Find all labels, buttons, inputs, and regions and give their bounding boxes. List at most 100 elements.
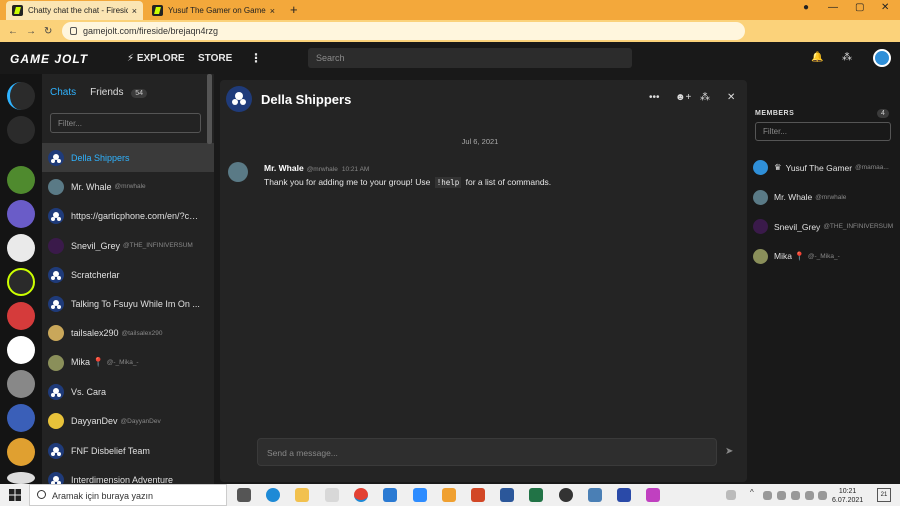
group-icon: [48, 149, 64, 166]
browser-tab-yusuf[interactable]: Yusuf The Gamer on Game Jolt: ×: [146, 1, 281, 20]
send-icon[interactable]: ➤: [725, 446, 733, 457]
tab-friends[interactable]: Friends 54: [90, 87, 148, 98]
message-author[interactable]: Mr. Whale: [264, 163, 304, 173]
camera-icon[interactable]: [588, 488, 602, 502]
reload-icon[interactable]: ↻: [44, 26, 52, 37]
user-avatar: [753, 189, 768, 205]
chat-list: Della Shippers Mr. Whale @mrwhale https:…: [42, 143, 214, 484]
word-icon[interactable]: [500, 488, 514, 502]
close-tab-icon[interactable]: ×: [270, 6, 275, 16]
app-icon[interactable]: [559, 488, 573, 502]
tab-chats[interactable]: Chats: [50, 87, 76, 98]
members-icon[interactable]: ⁂: [700, 92, 710, 103]
chat-item[interactable]: Mika 📍 @-_Mika_-: [42, 348, 214, 377]
close-window-button[interactable]: ✕: [881, 2, 889, 13]
tab-title: Chatty chat the chat - Fireside - G: [28, 6, 128, 15]
battery-icon[interactable]: [777, 491, 786, 500]
chat-item[interactable]: FNF Disbelief Team: [42, 436, 214, 465]
store-link[interactable]: STORE: [198, 53, 232, 64]
community-avatar[interactable]: [7, 302, 35, 330]
excel-icon[interactable]: [529, 488, 543, 502]
message-text: Thank you for adding me to your group! U…: [264, 177, 552, 188]
community-avatar[interactable]: [7, 438, 35, 466]
volume-icon[interactable]: [805, 491, 814, 500]
room-options-icon[interactable]: •••: [649, 92, 660, 103]
wifi-icon[interactable]: [791, 491, 800, 500]
explore-link[interactable]: ⚡ EXPLORE: [127, 53, 185, 64]
maximize-button[interactable]: ▢: [855, 2, 864, 13]
chevron-up-icon[interactable]: ^: [750, 488, 764, 502]
community-avatar[interactable]: [7, 234, 35, 262]
chat-item[interactable]: https://garticphone.com/en/?c=...: [42, 202, 214, 231]
language-icon[interactable]: [818, 491, 827, 500]
community-avatar[interactable]: [7, 370, 35, 398]
chat-filter-input[interactable]: Filter...: [50, 113, 201, 133]
gamejolt-logo[interactable]: GAME JOLT: [10, 52, 88, 66]
message-input[interactable]: Send a message...: [257, 438, 717, 466]
chat-rail-icon[interactable]: [7, 82, 35, 110]
more-menu-icon[interactable]: ⋮: [250, 51, 262, 65]
zoom-icon[interactable]: [413, 488, 427, 502]
search-input[interactable]: Search: [308, 48, 632, 68]
heart-app-icon[interactable]: [646, 488, 660, 502]
community-avatar[interactable]: [7, 268, 35, 296]
taskbar-clock[interactable]: 10:21 6.07.2021: [832, 487, 863, 505]
notification-center-icon[interactable]: 21: [877, 488, 891, 502]
member-item[interactable]: Mika 📍 @-_Mika_-: [753, 242, 900, 272]
forward-icon[interactable]: →: [26, 26, 36, 37]
member-item[interactable]: Snevil_Grey @THE_INFINIVERSUM: [753, 212, 900, 242]
address-bar[interactable]: gamejolt.com/fireside/brejaqn4rzg: [62, 22, 745, 40]
close-icon[interactable]: ✕: [727, 92, 735, 103]
chats-panel: Chats Friends 54 Filter... Della Shipper…: [42, 74, 214, 484]
chat-item[interactable]: Interdimension Adventure: [42, 465, 214, 484]
community-avatar[interactable]: [7, 404, 35, 432]
photos-icon[interactable]: [383, 488, 397, 502]
bell-icon[interactable]: 🔔: [811, 52, 823, 63]
user-avatar[interactable]: [873, 49, 891, 67]
chrome-icon[interactable]: [354, 488, 368, 502]
member-item[interactable]: ♛ Yusuf The Gamer @mamaa...: [753, 153, 900, 183]
chat-item[interactable]: Snevil_Grey @THE_INFINIVERSUM: [42, 231, 214, 260]
chat-item[interactable]: DayyanDev @DayyanDev: [42, 407, 214, 436]
back-icon[interactable]: ←: [8, 26, 18, 37]
user-avatar[interactable]: [228, 162, 248, 182]
file-explorer-icon[interactable]: [295, 488, 309, 502]
library-icon[interactable]: [7, 116, 35, 144]
user-avatar: [48, 325, 64, 342]
browser-tab-fireside[interactable]: Chatty chat the chat - Fireside - G ×: [6, 1, 143, 20]
new-tab-button[interactable]: +: [290, 2, 298, 17]
chat-item[interactable]: Della Shippers: [42, 143, 214, 173]
record-icon[interactable]: ●: [803, 2, 809, 13]
app-icon[interactable]: [442, 488, 456, 502]
chat-list-scrollbar[interactable]: [207, 74, 212, 144]
taskbar-search[interactable]: Aramak için buraya yazın: [29, 484, 227, 506]
user-avatar: [753, 219, 768, 235]
member-item[interactable]: Mr. Whale @mrwhale: [753, 183, 900, 213]
network-icon[interactable]: [763, 491, 772, 500]
task-view-icon[interactable]: [237, 488, 251, 502]
chat-users-icon[interactable]: ⁂: [842, 52, 852, 63]
close-tab-icon[interactable]: ×: [132, 6, 137, 16]
heart-app-icon[interactable]: [617, 488, 631, 502]
chat-item[interactable]: Talking To Fsuyu While Im On ...: [42, 289, 214, 318]
powerpoint-icon[interactable]: [471, 488, 485, 502]
community-avatar[interactable]: [7, 166, 35, 194]
chat-item[interactable]: Vs. Cara: [42, 377, 214, 406]
edge-icon[interactable]: [266, 488, 280, 502]
windows-start-icon[interactable]: [9, 489, 21, 501]
tray-icon[interactable]: [726, 490, 736, 500]
user-avatar: [48, 178, 64, 195]
add-member-icon[interactable]: ☻+: [675, 92, 691, 103]
community-avatar[interactable]: [7, 200, 35, 228]
message-text-after: for a list of commands.: [465, 177, 552, 187]
chat-item[interactable]: tailsalex290 @tailsalex290: [42, 319, 214, 348]
browser-tab-bar: Chatty chat the chat - Fireside - G × Yu…: [0, 0, 900, 20]
app-icon[interactable]: [325, 488, 339, 502]
minimize-button[interactable]: —: [828, 2, 838, 13]
chat-item[interactable]: Mr. Whale @mrwhale: [42, 172, 214, 201]
community-avatar[interactable]: [7, 472, 35, 484]
chat-item[interactable]: Scratcherlar: [42, 260, 214, 289]
community-avatar[interactable]: [7, 336, 35, 364]
members-filter-input[interactable]: Filter...: [755, 122, 891, 141]
members-list: ♛ Yusuf The Gamer @mamaa... Mr. Whale @m…: [753, 153, 900, 271]
